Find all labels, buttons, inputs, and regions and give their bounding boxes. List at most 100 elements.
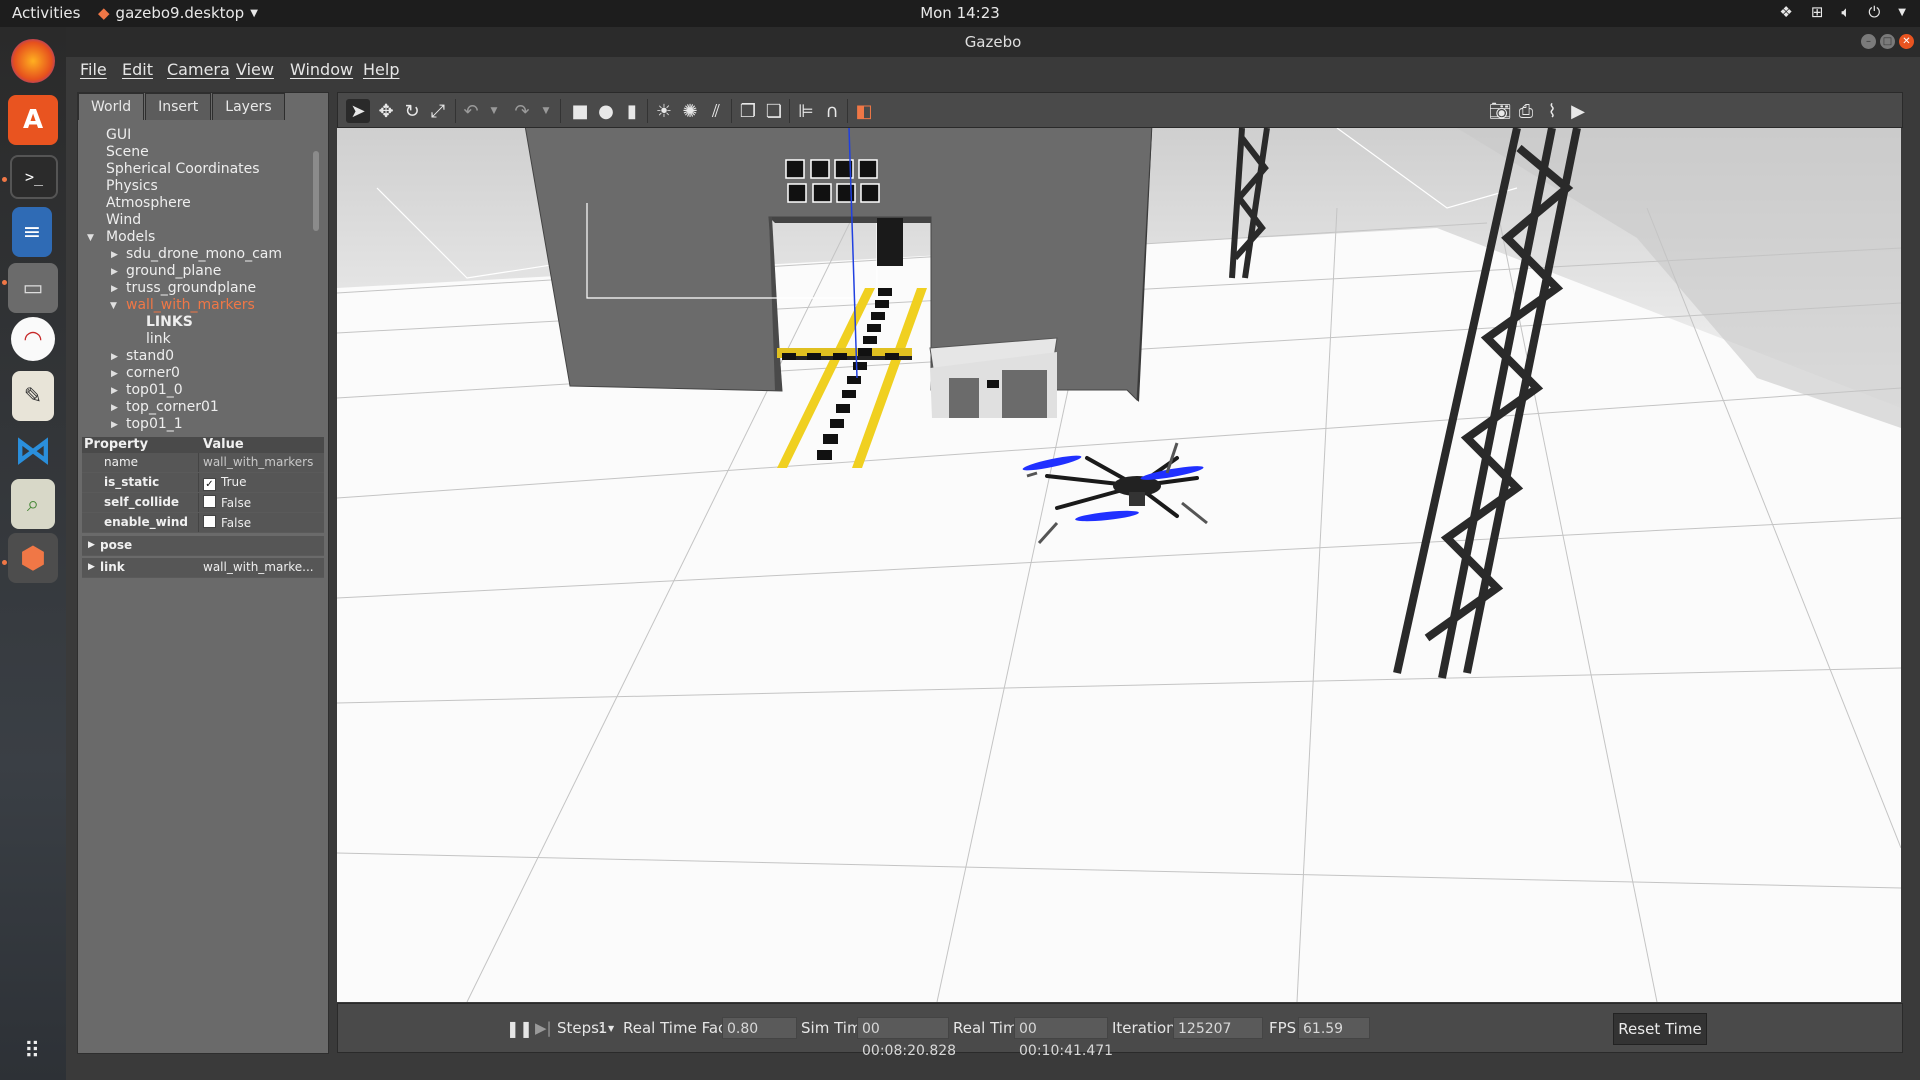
property-row-link[interactable]: ▶ link wall_with_marke... [82, 558, 324, 578]
tree-item-gui[interactable]: GUI [106, 127, 131, 144]
power-icon[interactable]: ⏻ [1868, 3, 1880, 21]
box-shape-icon[interactable]: ■ [568, 99, 592, 123]
undo-icon[interactable]: ↶ [459, 99, 483, 123]
maximize-button[interactable]: □ [1880, 34, 1895, 49]
tab-layers[interactable]: Layers [212, 93, 285, 120]
property-row-enable-wind[interactable]: enable_wind False [82, 513, 324, 533]
tree-item-models[interactable]: Models [106, 229, 155, 246]
enable-wind-checkbox[interactable] [203, 515, 216, 528]
tree-item-model[interactable]: top_corner01 [126, 399, 219, 416]
is-static-checkbox[interactable]: ✓ [203, 478, 216, 491]
dropbox-icon[interactable]: ❖ [1779, 3, 1792, 21]
screenshot-icon[interactable]: 📷︎ [1488, 99, 1512, 123]
tree-item-atmosphere[interactable]: Atmosphere [106, 195, 191, 212]
collapsed-arrow-icon[interactable]: ▶ [88, 562, 95, 572]
change-view-icon[interactable]: ◧ [852, 99, 876, 123]
plot-icon[interactable]: ⌇ [1540, 99, 1564, 123]
ubuntu-software-icon[interactable]: A [8, 95, 58, 145]
tree-item-link[interactable]: link [146, 331, 171, 348]
property-row-name[interactable]: name wall_with_markers [82, 453, 324, 473]
network-icon[interactable]: ⊞ [1811, 3, 1824, 21]
tree-scrollbar[interactable] [313, 151, 319, 231]
sphere-shape-icon[interactable]: ● [594, 99, 618, 123]
volume-icon[interactable]: 🔈︎ [1841, 3, 1850, 21]
app-menu[interactable]: ◆ gazebo9.desktop ▼ [98, 4, 258, 22]
collapsed-arrow-icon[interactable]: ▶ [111, 250, 118, 260]
spot-light-icon[interactable]: ✺ [678, 99, 702, 123]
reset-time-button[interactable]: Reset Time [1613, 1013, 1707, 1045]
firefox-icon[interactable] [11, 39, 55, 83]
close-button[interactable]: ✕ [1899, 34, 1914, 49]
pause-icon[interactable]: ❚❚ [506, 1019, 533, 1038]
tree-item-model[interactable]: stand0 [126, 348, 174, 365]
collapsed-arrow-icon[interactable]: ▶ [111, 386, 118, 396]
document-viewer-icon[interactable]: ◠ [11, 317, 55, 361]
menu-window[interactable]: Window [290, 60, 353, 79]
paste-icon[interactable]: ❏ [762, 99, 786, 123]
landing-stand-model[interactable] [929, 337, 1058, 418]
undo-history-arrow-icon[interactable]: ▼ [482, 99, 506, 123]
tree-item-model-selected[interactable]: wall_with_markers [126, 297, 255, 314]
tab-world[interactable]: World [78, 93, 145, 120]
snap-icon[interactable]: ∩ [820, 99, 844, 123]
tree-item-physics[interactable]: Physics [106, 178, 158, 195]
tree-item-model[interactable]: sdu_drone_mono_cam [126, 246, 282, 263]
collapsed-arrow-icon[interactable]: ▶ [111, 420, 118, 430]
files-icon[interactable]: ▭ [8, 263, 58, 313]
tree-item-wind[interactable]: Wind [106, 212, 141, 229]
tree-item-spherical-coordinates[interactable]: Spherical Coordinates [106, 161, 260, 178]
tree-item-scene[interactable]: Scene [106, 144, 149, 161]
property-row-is-static[interactable]: is_static ✓ True [82, 473, 324, 493]
collapsed-arrow-icon[interactable]: ▶ [111, 369, 118, 379]
menu-camera[interactable]: Camera [167, 60, 230, 79]
collapsed-arrow-icon[interactable]: ▶ [111, 352, 118, 362]
video-record-icon[interactable]: ▶ [1566, 99, 1590, 123]
property-row-pose[interactable]: ▶ pose [82, 536, 324, 556]
log-data-icon[interactable]: ⎙ [1514, 99, 1538, 123]
menu-file[interactable]: File [80, 60, 107, 79]
translate-mode-icon[interactable]: ✥ [374, 99, 398, 123]
text-editor-icon[interactable]: ✎ [12, 371, 54, 421]
collapsed-arrow-icon[interactable]: ▶ [111, 267, 118, 277]
align-icon[interactable]: ⊫ [794, 99, 818, 123]
collapsed-arrow-icon[interactable]: ▶ [111, 403, 118, 413]
steps-value[interactable]: 1 [598, 1019, 608, 1037]
collapsed-arrow-icon[interactable]: ▶ [111, 284, 118, 294]
scale-mode-icon[interactable]: ⤢ [426, 99, 450, 123]
gazebo-icon[interactable]: ⬢ [8, 533, 58, 583]
activities-button[interactable]: Activities [12, 4, 80, 22]
redo-icon[interactable]: ↷ [510, 99, 534, 123]
clock[interactable]: Mon 14:23 [920, 4, 1000, 22]
tree-item-model[interactable]: top01_1 [126, 416, 183, 433]
vscode-icon[interactable]: ⋈ [8, 425, 58, 475]
terminal-icon[interactable]: >_ [10, 155, 58, 199]
copy-icon[interactable]: ❐ [736, 99, 760, 123]
directional-light-icon[interactable]: ⫽ [704, 99, 728, 123]
tree-item-model[interactable]: top01_0 [126, 382, 183, 399]
3d-viewport[interactable] [337, 128, 1901, 1002]
menu-help[interactable]: Help [363, 60, 399, 79]
cylinder-shape-icon[interactable]: ▮ [620, 99, 644, 123]
image-viewer-icon[interactable]: ⌕ [11, 479, 55, 529]
menu-edit[interactable]: Edit [122, 60, 153, 79]
redo-history-arrow-icon[interactable]: ▼ [534, 99, 558, 123]
rotate-mode-icon[interactable]: ↻ [400, 99, 424, 123]
chevron-down-icon[interactable]: ▼ [608, 1024, 614, 1033]
collapsed-arrow-icon[interactable]: ▶ [88, 540, 95, 550]
select-mode-icon[interactable]: ➤ [346, 99, 370, 123]
libreoffice-writer-icon[interactable]: ≡ [12, 207, 52, 257]
chevron-down-icon[interactable]: ▼ [1898, 7, 1906, 18]
expanded-arrow-icon[interactable]: ▼ [110, 301, 117, 311]
tree-item-model[interactable]: truss_groundplane [126, 280, 256, 297]
step-icon[interactable]: ▶| [535, 1019, 552, 1037]
tab-insert[interactable]: Insert [145, 93, 212, 120]
show-applications-icon[interactable]: ⠿ [8, 1027, 58, 1077]
tree-item-model[interactable]: ground_plane [126, 263, 221, 280]
expanded-arrow-icon[interactable]: ▼ [87, 233, 94, 243]
minimize-button[interactable]: – [1861, 34, 1876, 49]
tree-item-model[interactable]: corner0 [126, 365, 180, 382]
self-collide-checkbox[interactable] [203, 495, 216, 508]
point-light-icon[interactable]: ☀ [652, 99, 676, 123]
menu-view[interactable]: View [236, 60, 274, 79]
property-row-self-collide[interactable]: self_collide False [82, 493, 324, 513]
